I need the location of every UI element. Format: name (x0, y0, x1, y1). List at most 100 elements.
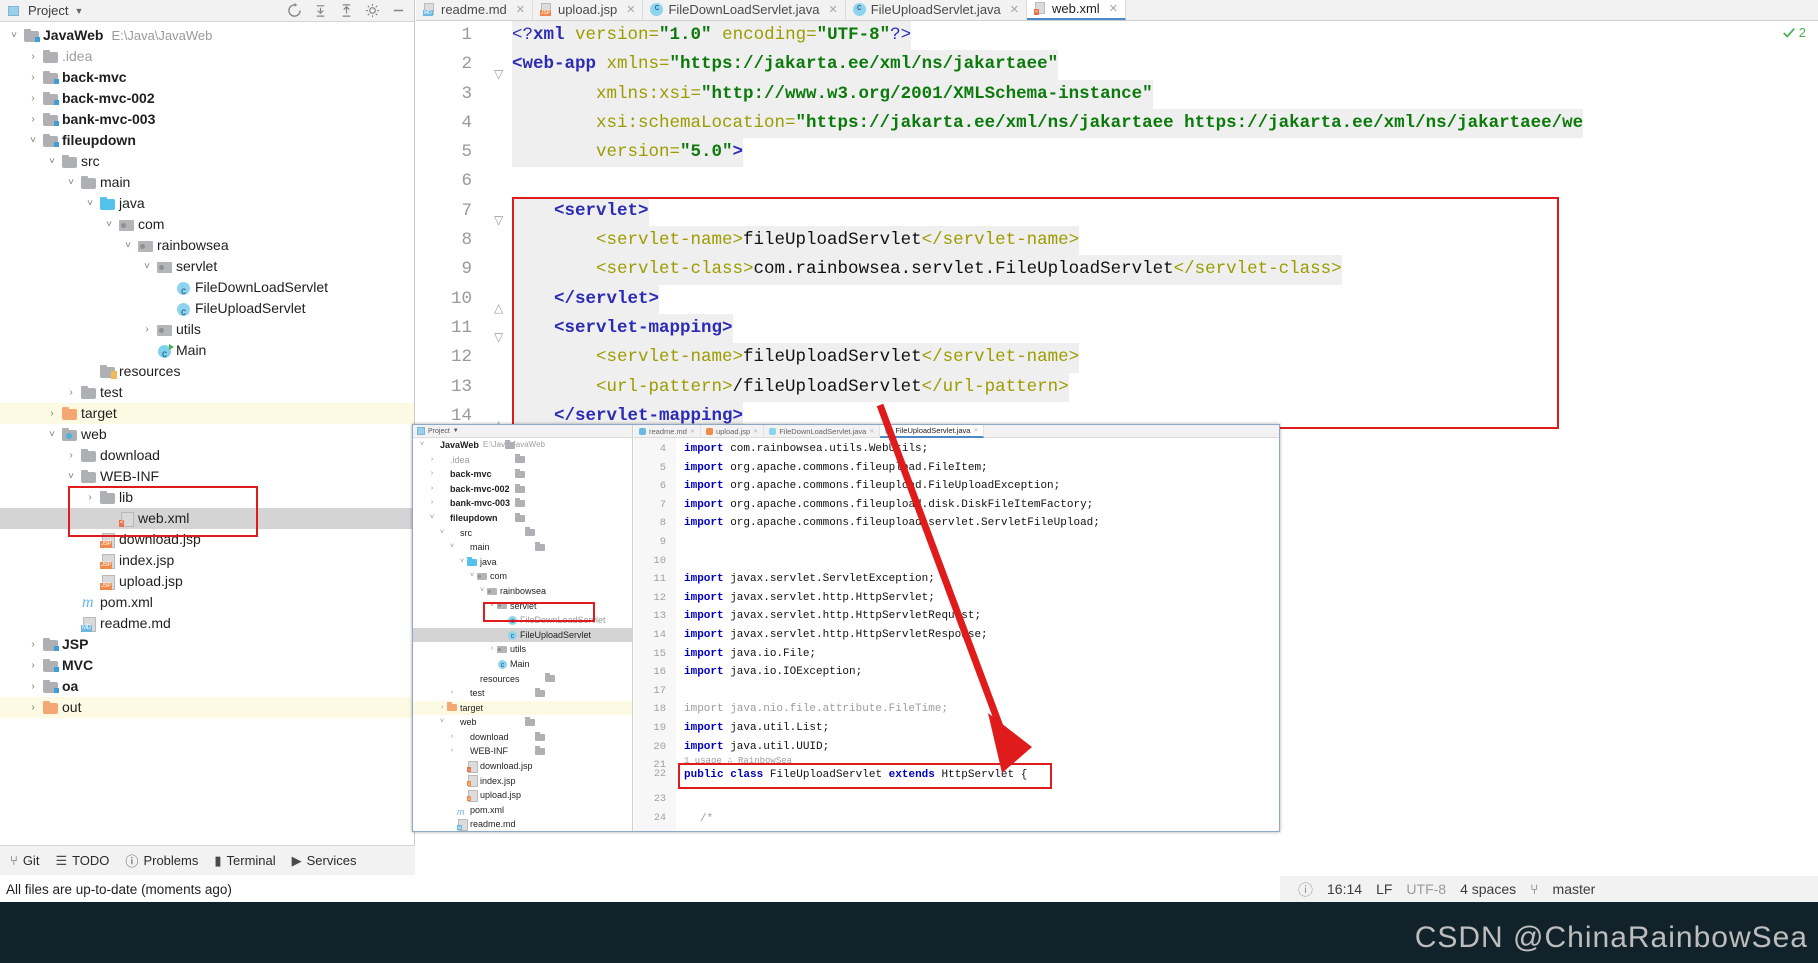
caret-position[interactable]: 16:14 (1327, 881, 1362, 897)
nested-project-tree[interactable]: ˅ JavaWeb E:\Java\JavaWeb › .idea › back-mvc › b… (413, 438, 632, 831)
settings-gear-icon[interactable] (365, 3, 380, 18)
code-line[interactable]: 5 version="5.0"> (416, 138, 1818, 168)
chevron-right-icon[interactable]: › (25, 655, 41, 676)
nested-tree-item--idea[interactable]: › .idea (413, 453, 632, 468)
chevron-right-icon[interactable]: › (447, 730, 457, 745)
tree-item-web[interactable]: ˅ web (0, 424, 414, 445)
chevron-right-icon[interactable]: › (447, 744, 457, 759)
code-line[interactable]: 2 <web-app xmlns="https://jakarta.ee/xml/… (416, 50, 1818, 80)
nested-tree-item-main[interactable]: ˅ main (413, 540, 632, 555)
nested-tree-item-download-jsp[interactable]: < download.jsp (413, 759, 632, 774)
nested-tree-item-rainbowsea[interactable]: ˅ rainbowsea (413, 584, 632, 599)
line-separator[interactable]: LF (1376, 881, 1392, 897)
nested-editor-tab-filedownloadservlet-java[interactable]: FileDownLoadServlet.java ✕ (764, 425, 881, 438)
nested-tree-item-target[interactable]: › target (413, 700, 632, 716)
bottom-bar-problems[interactable]: ⓘ Problems (125, 851, 198, 870)
tree-item-back-mvc-002[interactable]: › back-mvc-002 (0, 88, 414, 109)
nested-tree-item-filedownloadservlet[interactable]: FileDownLoadServlet (413, 613, 632, 630)
chevron-down-icon[interactable]: ˅ (437, 526, 447, 541)
chevron-right-icon[interactable]: › (25, 109, 41, 130)
code-line[interactable]: 1 <?xml version="1.0" encoding="UTF-8"?> (416, 21, 1818, 51)
chevron-right-icon[interactable]: › (25, 634, 41, 655)
tree-item-fileuploadservlet[interactable]: FileUploadServlet (0, 298, 414, 323)
close-icon[interactable]: ✕ (1010, 3, 1019, 16)
tree-item-rainbowsea[interactable]: ˅ rainbowsea (0, 235, 414, 256)
tree-item-javaweb[interactable]: ˅ JavaWeb E:\Java\JavaWeb (0, 25, 414, 46)
tree-item-pom-xml[interactable]: pom.xml (0, 592, 414, 613)
code-line[interactable]: 9 <servlet-class>com.rainbowsea.servlet.… (416, 255, 1818, 285)
tree-item-bank-mvc-003[interactable]: › bank-mvc-003 (0, 109, 414, 130)
tree-item-upload-jsp[interactable]: JSP upload.jsp (0, 571, 414, 592)
close-icon[interactable]: ✕ (690, 428, 695, 435)
nested-tree-item-main[interactable]: Main (413, 657, 632, 674)
chevron-right-icon[interactable]: › (447, 686, 457, 701)
nested-code-line[interactable]: 17 (634, 682, 1279, 701)
nested-code-line[interactable]: 6 import org.apache.commons.fileupload.Fi… (634, 477, 1279, 496)
code-line[interactable]: 12 <servlet-name>fileUploadServlet</serv… (416, 343, 1818, 373)
nested-editor[interactable]: readme.md ✕ upload.jsp ✕ FileDownLoadServlet… (634, 425, 1279, 831)
nested-tree-item-bank-mvc-003[interactable]: › bank-mvc-003 (413, 496, 632, 511)
chevron-down-icon[interactable]: ˅ (82, 193, 98, 214)
nested-tree-item-javaweb[interactable]: ˅ JavaWeb E:\Java\JavaWeb (413, 438, 632, 453)
nested-tree-item-web-inf[interactable]: › WEB-INF (413, 744, 632, 759)
nested-tree-item-src[interactable]: ˅ src (413, 526, 632, 541)
nested-code-line[interactable]: 7 import org.apache.commons.fileupload.di… (634, 496, 1279, 515)
nested-code-line[interactable]: 16 import java.io.IOException; (634, 663, 1279, 682)
chevron-down-icon[interactable]: ˅ (487, 599, 497, 614)
nested-tree-item-upload-jsp[interactable]: Jupload.jsp (413, 788, 632, 803)
chevron-down-icon[interactable]: ˅ (437, 715, 447, 730)
chevron-down-icon[interactable]: ˅ (63, 172, 79, 193)
tree-item-fileupdown[interactable]: ˅ fileupdown (0, 130, 414, 151)
close-icon[interactable]: ✕ (753, 428, 758, 435)
nested-tree-item-servlet[interactable]: ˅ servlet (413, 599, 632, 614)
nested-tree-item-pom-xml[interactable]: m pom.xml (413, 803, 632, 818)
code-line[interactable]: 8 <servlet-name>fileUploadServlet</servl… (416, 226, 1818, 256)
nested-code-line[interactable]: 9 (634, 533, 1279, 552)
tree-item-jsp[interactable]: › JSP (0, 634, 414, 655)
tree-item-main[interactable]: Main (0, 340, 414, 365)
nested-editor-tab-upload-jsp[interactable]: upload.jsp ✕ (701, 425, 765, 438)
tree-item-resources[interactable]: resources (0, 361, 414, 382)
nested-code-line[interactable]: 8 import org.apache.commons.fileupload.se… (634, 514, 1279, 533)
bottom-bar-services[interactable]: ▶ Services (292, 853, 357, 869)
chevron-down-icon[interactable]: ˅ (101, 214, 117, 235)
chevron-down-icon[interactable]: ˅ (467, 569, 477, 584)
bottom-bar-git[interactable]: ⑂ Git (10, 853, 39, 868)
chevron-down-icon[interactable]: ˅ (44, 424, 60, 445)
nested-tree-item-fileupdown[interactable]: ˅ fileupdown (413, 511, 632, 526)
nested-tree-item-resources[interactable]: resources (413, 672, 632, 687)
code-line[interactable]: 7 <servlet> (416, 196, 1818, 227)
collapse-all-icon[interactable] (313, 3, 328, 18)
project-panel-toolbar[interactable] (287, 3, 414, 18)
nested-code-line[interactable]: 4 import com.rainbowsea.utils.WebUtils; (634, 440, 1279, 459)
chevron-down-icon[interactable]: ˅ (477, 584, 487, 599)
tree-item-src[interactable]: ˅ src (0, 151, 414, 172)
chevron-right-icon[interactable]: › (437, 701, 447, 716)
chevron-right-icon[interactable]: › (427, 453, 437, 468)
nested-code-line[interactable]: 13 import javax.servlet.http.HttpServletR… (634, 607, 1279, 626)
chevron-right-icon[interactable]: › (25, 67, 41, 88)
tree-item-filedownloadservlet[interactable]: FileDownLoadServlet (0, 277, 414, 302)
chevron-right-icon[interactable]: › (487, 642, 497, 657)
tree-item-index-jsp[interactable]: JSP index.jsp (0, 550, 414, 571)
tree-item-servlet[interactable]: ˅ servlet (0, 256, 414, 277)
nested-tree-item-test[interactable]: › test (413, 686, 632, 701)
expand-all-icon[interactable] (339, 3, 354, 18)
hide-panel-icon[interactable] (391, 3, 406, 18)
code-line[interactable]: 4 xsi:schemaLocation="https://jakarta.ee… (416, 108, 1818, 139)
nested-code-line[interactable]: 15 import java.io.File; (634, 645, 1279, 664)
tree-item-mvc[interactable]: › MVC (0, 655, 414, 676)
tree-item-java[interactable]: ˅ java (0, 193, 414, 214)
tree-item-oa[interactable]: › oa (0, 676, 414, 697)
bottom-tool-window-bar[interactable]: ⑂ Git ☰ TODO ⓘ Problems ▮ Terminal ▶ Services (0, 845, 415, 875)
close-icon[interactable]: ✕ (829, 3, 838, 16)
fold-marker-line11[interactable]: ▽ (494, 330, 503, 344)
tree-item-com[interactable]: ˅ com (0, 214, 414, 235)
fold-marker-line2[interactable]: ▽ (494, 67, 503, 81)
nested-tree-item-java[interactable]: ˅ java (413, 555, 632, 570)
chevron-down-icon[interactable]: ˅ (25, 130, 41, 151)
bottom-bar-terminal[interactable]: ▮ Terminal (214, 853, 275, 869)
fold-marker-line7[interactable]: ▽ (494, 213, 503, 227)
nested-tree-item-back-mvc-002[interactable]: › back-mvc-002 (413, 482, 632, 497)
chevron-right-icon[interactable]: › (139, 319, 155, 340)
